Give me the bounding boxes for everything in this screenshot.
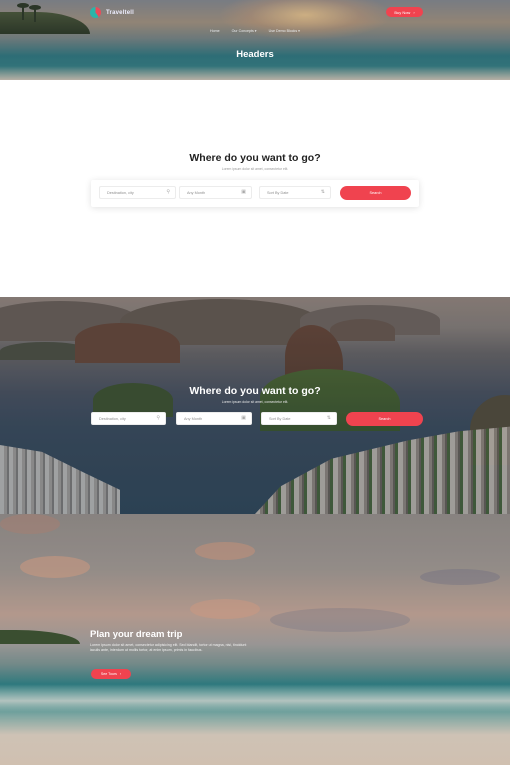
month-select[interactable]: Any Month ▣: [176, 412, 252, 425]
search-subtitle: Lorem ipsum dolor sit amet, consectetur …: [221, 400, 289, 404]
dream-trip-hero: [0, 514, 510, 765]
main-nav: Home Our Concepts ▾ Use Demo Blocks ▾: [0, 29, 510, 33]
search-title: Where do you want to go?: [189, 152, 321, 164]
nav-link-concepts[interactable]: Our Concepts ▾: [232, 29, 257, 33]
logo-text: Traveltell: [106, 9, 135, 16]
search-title: Where do you want to go?: [189, 385, 321, 397]
chevron-right-icon: ›: [413, 9, 415, 15]
search-icon: ⚲: [156, 415, 160, 421]
see-tours-button[interactable]: See Tours ›: [91, 669, 131, 679]
nav-link-demo-blocks[interactable]: Use Demo Blocks ▾: [269, 29, 300, 33]
chevron-right-icon: ›: [119, 672, 122, 676]
calendar-icon: ▣: [241, 415, 246, 421]
dream-title: Plan your dream trip: [90, 629, 183, 640]
nav-link-home[interactable]: Home: [210, 29, 220, 33]
page-title: Headers: [236, 49, 274, 60]
search-section-light: Where do you want to go? Lorem ipsum dol…: [0, 80, 510, 297]
site-logo[interactable]: Traveltell: [90, 7, 134, 18]
search-subtitle: Lorem ipsum dolor sit amet, consectetur …: [221, 167, 289, 171]
header-hero: [0, 0, 510, 80]
logo-icon: [90, 7, 101, 18]
sort-select[interactable]: Sort By Date ⇅: [261, 412, 337, 425]
search-section-image: Where do you want to go? Lorem ipsum dol…: [0, 297, 510, 514]
search-button[interactable]: Search: [346, 412, 423, 426]
sort-icon: ⇅: [320, 189, 325, 195]
destination-input[interactable]: Destination, city ⚲: [99, 186, 176, 199]
search-icon: ⚲: [166, 189, 170, 195]
month-select[interactable]: Any Month ▣: [179, 186, 252, 199]
search-card: Destination, city ⚲ Any Month ▣ Sort By …: [91, 180, 419, 207]
calendar-icon: ▣: [241, 189, 246, 195]
sort-icon: ⇅: [326, 415, 331, 421]
destination-input[interactable]: Destination, city ⚲: [91, 412, 166, 425]
dream-text: Lorem ipsum dolor sit amet, consectetur …: [90, 643, 247, 652]
sort-select[interactable]: Sort By Date ⇅: [259, 186, 331, 199]
buy-now-button[interactable]: Buy Now ›: [386, 7, 423, 17]
search-button[interactable]: Search: [340, 186, 411, 200]
